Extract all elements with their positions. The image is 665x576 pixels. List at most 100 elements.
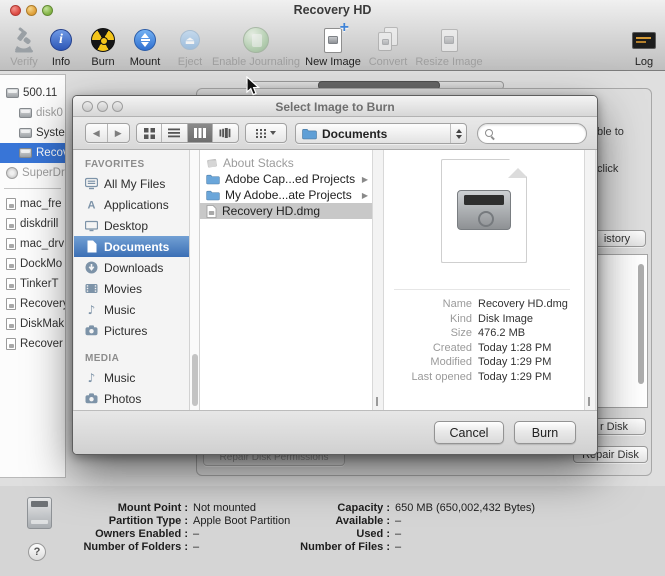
file-row-folder[interactable]: Adobe Cap...ed Projects ▶ xyxy=(200,171,372,187)
disk-image-icon xyxy=(6,298,16,310)
search-field[interactable] xyxy=(477,123,587,144)
preview-value: Today 1:29 PM xyxy=(478,356,552,369)
sidebar-item-image[interactable]: diskdrill xyxy=(0,214,65,234)
toolbar-info-button[interactable]: i Info xyxy=(40,23,82,68)
icon-view-button[interactable] xyxy=(137,124,163,142)
scrollbar-thumb[interactable] xyxy=(638,264,644,384)
sidebar-item-label: Recovery xyxy=(20,298,66,310)
toolbar-new-image-button[interactable]: + New Image xyxy=(303,18,363,68)
info-value: – xyxy=(395,515,402,527)
info-value: 650 MB (650,002,432 Bytes) xyxy=(395,502,536,514)
sidebar-item-image[interactable]: Recovery xyxy=(0,294,65,314)
plus-badge-icon: + xyxy=(339,18,349,36)
sidebar-scrollbar[interactable] xyxy=(190,150,200,412)
coverflow-view-button[interactable] xyxy=(213,124,238,142)
sidebar-item-partition[interactable]: disk0 xyxy=(0,103,65,123)
column-view-button[interactable] xyxy=(187,124,213,142)
convert-pages-icon xyxy=(376,27,400,53)
journaling-sphere-icon xyxy=(243,27,269,53)
sidebar-item-image[interactable]: DockMo xyxy=(0,254,65,274)
burn-button[interactable]: Burn xyxy=(514,421,576,444)
sidebar-item-media-music[interactable]: ♪ Music xyxy=(74,367,189,388)
file-name: About Stacks xyxy=(223,156,294,170)
sidebar-item-movies[interactable]: Movies xyxy=(74,278,189,299)
chevron-down-icon xyxy=(270,131,276,135)
preview-value: 476.2 MB xyxy=(478,327,526,340)
sidebar-item-superdrive[interactable]: SuperDr xyxy=(0,163,65,183)
folder-icon xyxy=(302,128,317,139)
sidebar-item-all-my-files[interactable]: All My Files xyxy=(74,173,189,194)
preview-label: Size xyxy=(450,327,472,340)
back-button[interactable]: ◀ xyxy=(86,124,108,142)
sidebar-item-label: Desktop xyxy=(104,218,149,233)
sidebar-item-partition-selected[interactable]: Recov xyxy=(0,143,65,163)
toolbar-burn-button[interactable]: Burn xyxy=(82,23,124,68)
sidebar-item-downloads[interactable]: Downloads xyxy=(74,257,189,278)
file-row-about-stacks[interactable]: About Stacks xyxy=(200,155,372,171)
toolbar-mount-button[interactable]: Mount xyxy=(121,23,169,68)
location-popup[interactable]: Documents xyxy=(295,123,467,144)
file-list-column: About Stacks Adobe Cap...ed Projects ▶ M… xyxy=(200,150,372,412)
file-row-folder[interactable]: My Adobe...ate Projects ▶ xyxy=(200,187,372,203)
sidebar-item-label: Movies xyxy=(104,281,143,296)
info-row: Number of Files : – xyxy=(295,541,401,554)
file-row-selected-dmg[interactable]: Recovery HD.dmg xyxy=(200,203,372,219)
preview-label: Modified xyxy=(430,356,472,369)
sidebar-item-image[interactable]: mac_fre xyxy=(0,194,65,214)
preview-info: Name Recovery HD.dmg Kind Disk Image Size 4… xyxy=(384,297,576,384)
forward-button[interactable]: ▶ xyxy=(108,124,129,142)
scrollbar-thumb[interactable] xyxy=(191,354,198,406)
file-name: Recovery HD.dmg xyxy=(222,204,321,218)
hard-disk-icon xyxy=(19,128,32,138)
sidebar-item-image[interactable]: DiskMak xyxy=(0,314,65,334)
sidebar-item-label: mac_drv xyxy=(20,238,65,250)
sidebar-item-music[interactable]: ♪ Music xyxy=(74,299,189,320)
toolbar-log-button[interactable]: Log xyxy=(625,23,663,68)
folder-icon xyxy=(206,174,220,184)
dialog-bottom-bar: Cancel Burn xyxy=(73,410,597,454)
sidebar-item-desktop[interactable]: Desktop xyxy=(74,215,189,236)
list-view-button[interactable] xyxy=(162,124,188,142)
column-resize-handle-icon[interactable] xyxy=(376,397,378,406)
sidebar-item-image[interactable]: mac_drv xyxy=(0,234,65,254)
window-title: Recovery HD xyxy=(293,3,372,17)
info-value: Not mounted xyxy=(193,502,256,514)
folder-icon xyxy=(206,190,220,200)
sidebar-item-label: DockMo xyxy=(20,258,63,270)
info-value: – xyxy=(395,528,402,540)
documents-icon xyxy=(87,240,97,253)
sidebar-item-label: Music xyxy=(104,302,136,317)
sidebar-item-photos[interactable]: Photos xyxy=(74,388,189,409)
info-label: Owners Enabled : xyxy=(95,528,188,540)
column-divider[interactable] xyxy=(372,150,384,412)
toolbar-convert-button[interactable]: Convert xyxy=(362,23,414,68)
preview-column: Name Recovery HD.dmg Kind Disk Image Size 4… xyxy=(384,150,584,412)
help-button[interactable]: ? xyxy=(28,543,46,561)
sidebar-item-label: Applications xyxy=(104,197,169,212)
disk-image-icon xyxy=(6,198,16,210)
coverflow-view-icon xyxy=(219,128,231,138)
sidebar-item-label: Recov xyxy=(36,147,66,159)
sidebar-item-label: diskdrill xyxy=(20,218,59,230)
hard-drive-icon xyxy=(27,497,52,529)
sidebar-item-disk[interactable]: 500.11 xyxy=(0,83,65,103)
sidebar-item-image[interactable]: Recover xyxy=(0,334,65,354)
sidebar-item-applications[interactable]: A Applications xyxy=(74,194,189,215)
toolbar-label: Mount xyxy=(129,56,161,68)
sidebar-item-pictures[interactable]: Pictures xyxy=(74,320,189,341)
cancel-button[interactable]: Cancel xyxy=(434,421,504,444)
sidebar-item-documents[interactable]: Documents xyxy=(74,236,189,257)
toolbar-label: Resize Image xyxy=(415,56,483,68)
info-icon: i xyxy=(50,29,72,51)
arrange-grid-icon xyxy=(256,128,266,138)
info-label: Capacity : xyxy=(337,502,390,514)
sidebar-item-partition[interactable]: Syste xyxy=(0,123,65,143)
sidebar-item-image[interactable]: TinkerT xyxy=(0,274,65,294)
media-header: MEDIA xyxy=(85,353,120,364)
toolbar-resize-image-button[interactable]: Resize Image xyxy=(414,23,484,68)
toolbar-enable-journaling-button[interactable]: Enable Journaling xyxy=(206,23,306,68)
search-input[interactable] xyxy=(494,127,574,140)
column-resize-handle-icon[interactable] xyxy=(588,397,590,406)
arrange-button[interactable] xyxy=(245,123,287,143)
column-divider[interactable] xyxy=(584,150,596,412)
